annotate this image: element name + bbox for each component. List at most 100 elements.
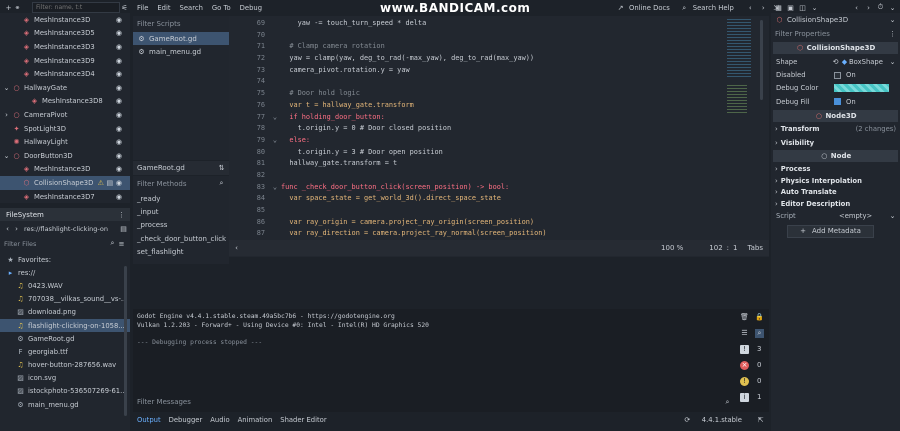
shape-dropdown-icon[interactable]: ⌄	[888, 57, 897, 66]
filesystem-tab[interactable]: FileSystem ⋮	[0, 208, 130, 221]
expand-panel-icon[interactable]: ⇱	[756, 415, 765, 424]
scene-filter-input[interactable]	[32, 2, 120, 13]
visibility-eye-icon[interactable]: ◉	[116, 152, 122, 160]
code-line[interactable]: 79 ⌄ else:	[229, 135, 769, 147]
scene-tree-item[interactable]: ⌄ ○ HallwayGate ◉	[0, 81, 130, 95]
visibility-eye-icon[interactable]: ◉	[116, 193, 122, 201]
file-list-item[interactable]: ★ Favorites:	[0, 253, 130, 266]
fold-chevron-icon[interactable]: ⌄	[269, 182, 281, 194]
filter-methods-input[interactable]: Filter Methods	[137, 180, 186, 188]
scene-tree-item[interactable]: ◈ MeshInstance3D4 ◉	[0, 67, 130, 81]
code-line[interactable]: 74	[229, 76, 769, 88]
method-item[interactable]: _ready	[133, 195, 229, 208]
menu-goto[interactable]: Go To	[212, 4, 231, 12]
inspector-more-icon[interactable]: ⌄	[888, 3, 897, 12]
add-metadata-button[interactable]: + Add Metadata	[787, 224, 874, 238]
chevron-down-icon[interactable]: ⌄	[2, 83, 11, 92]
method-item[interactable]: set_flashlight	[133, 248, 229, 261]
file-list-item[interactable]: ⚙ GameRoot.gd	[0, 332, 130, 345]
filter-icon[interactable]: ⚟	[120, 3, 129, 12]
code-line[interactable]: 69 yaw -= touch_turn_speed * delta	[229, 18, 769, 30]
script-item[interactable]: ⚙ GameRoot.gd	[133, 32, 229, 45]
log-count-icon[interactable]: !	[740, 344, 749, 354]
prop-script-value[interactable]: <empty>	[839, 212, 872, 220]
visibility-eye-icon[interactable]: ◉	[116, 29, 122, 37]
layout-icon[interactable]: ▤	[119, 224, 128, 233]
history-icon[interactable]: ⏱	[876, 3, 885, 12]
search-help-button[interactable]: Search Help	[693, 4, 734, 12]
warning-count-icon[interactable]: !	[740, 376, 749, 386]
back-icon[interactable]: ‹	[3, 224, 12, 233]
toggle-search-icon[interactable]: ☰	[740, 329, 749, 338]
scene-tree-item[interactable]: ◈ MeshInstance3D8 ◉	[0, 95, 130, 109]
filesystem-scrollbar[interactable]	[124, 266, 127, 416]
code-editor[interactable]: 69 yaw -= touch_turn_speed * delta 70 71 #…	[229, 16, 769, 257]
method-item[interactable]: _check_door_button_click	[133, 235, 229, 248]
menu-file[interactable]: File	[137, 4, 148, 12]
code-line[interactable]: 85	[229, 205, 769, 217]
file-list-item[interactable]: ▨ download.png	[0, 306, 130, 319]
editor-scrollbar[interactable]	[760, 20, 763, 100]
section-process[interactable]: › Process	[771, 163, 900, 175]
visibility-eye-icon[interactable]: ◉	[116, 138, 122, 146]
minimap[interactable]	[725, 16, 755, 238]
chevron-right-icon[interactable]: ›	[2, 110, 11, 119]
code-line[interactable]: 70	[229, 30, 769, 42]
script-item[interactable]: ⚙ main_menu.gd	[133, 45, 229, 58]
menu-icon[interactable]: ⋮	[117, 210, 126, 219]
code-line[interactable]: 81 hallway_gate.transform = t	[229, 158, 769, 170]
tab-debugger[interactable]: Debugger	[169, 416, 203, 424]
visibility-eye-icon[interactable]: ◉	[116, 16, 122, 24]
menu-edit[interactable]: Edit	[157, 4, 170, 12]
fold-chevron-icon[interactable]: ⌄	[269, 112, 281, 124]
section-editor-description[interactable]: › Editor Description	[771, 198, 900, 210]
visibility-eye-icon[interactable]: ◉	[116, 84, 122, 92]
info-count-icon[interactable]: i	[740, 392, 749, 402]
file-list-item[interactable]: ▸ res://	[0, 266, 130, 279]
filter-properties-input[interactable]: Filter Properties	[775, 30, 875, 38]
code-line[interactable]: 86 var ray_origin = camera.project_ray_o…	[229, 217, 769, 229]
search-icon[interactable]: ⌕	[108, 239, 117, 248]
visibility-eye-icon[interactable]: ◉	[116, 111, 122, 119]
code-line[interactable]: 78 t.origin.y = 0 # Door closed position	[229, 123, 769, 135]
toggle-scripts-icon[interactable]: ‹	[232, 244, 241, 253]
add-node-icon[interactable]: +	[4, 3, 13, 12]
disabled-checkbox[interactable]	[834, 71, 841, 79]
visibility-eye-icon[interactable]: ◉	[116, 70, 122, 78]
script-attach-icon[interactable]: ▤	[105, 178, 114, 187]
filesystem-path[interactable]: res://flashlight-clicking-on	[24, 225, 119, 233]
filter-scripts-input[interactable]: Filter Scripts	[133, 16, 229, 32]
script-dropdown-icon[interactable]: ⌄	[888, 212, 897, 221]
new-resource-icon[interactable]: ▦	[774, 3, 783, 12]
zoom-level[interactable]: 100 %	[661, 244, 683, 252]
tab-output[interactable]: Output	[137, 416, 161, 424]
open-resource-icon[interactable]: ▣	[786, 3, 795, 12]
find-icon[interactable]: ⌕	[755, 328, 764, 338]
indent-mode[interactable]: Tabs	[748, 244, 764, 252]
code-line[interactable]: 75 # Door hold logic	[229, 88, 769, 100]
scene-tree-item[interactable]: ◈ MeshInstance3D9 ◉	[0, 54, 130, 68]
save-resource-icon[interactable]: ◫	[798, 3, 807, 12]
visibility-eye-icon[interactable]: ◉	[116, 97, 122, 105]
sort-scripts-icon[interactable]: ⇅	[217, 164, 226, 173]
code-line[interactable]: 71 # Clamp camera rotation	[229, 41, 769, 53]
lock-icon[interactable]: 🔒	[755, 313, 764, 322]
code-line[interactable]: 84 var space_state = get_world_3d().dire…	[229, 193, 769, 205]
clear-output-icon[interactable]: 🗑	[740, 313, 749, 322]
visibility-eye-icon[interactable]: ◉	[116, 165, 122, 173]
scene-tree-item[interactable]: ◈ MeshInstance3D ◉	[0, 163, 130, 177]
scene-tree-item[interactable]: ✦ SpotLight3D ◉	[0, 122, 130, 136]
scene-tree-item[interactable]: › ○ CameraPivot ◉	[0, 108, 130, 122]
chevron-down-icon[interactable]: ⌄	[2, 151, 11, 160]
filter-messages-input[interactable]: Filter Messages	[137, 398, 191, 406]
code-line[interactable]: 80 t.origin.y = 3 # Door open position	[229, 147, 769, 159]
scene-tree-item[interactable]: ◈ MeshInstance3D ◉	[0, 13, 130, 27]
file-list-item[interactable]: ♫ 0423.WAV	[0, 279, 130, 292]
link-icon[interactable]: ⚭	[13, 3, 22, 12]
output-search-icon[interactable]: ⌕	[723, 398, 732, 407]
scene-tree-item[interactable]: ✺ HallwayLight ◉	[0, 135, 130, 149]
inspector-menu-icon[interactable]: ⋮	[888, 30, 897, 39]
tab-audio[interactable]: Audio	[210, 416, 229, 424]
code-line[interactable]: 87 var ray_direction = camera.project_ra…	[229, 228, 769, 240]
prev-icon[interactable]: ‹	[746, 4, 755, 13]
